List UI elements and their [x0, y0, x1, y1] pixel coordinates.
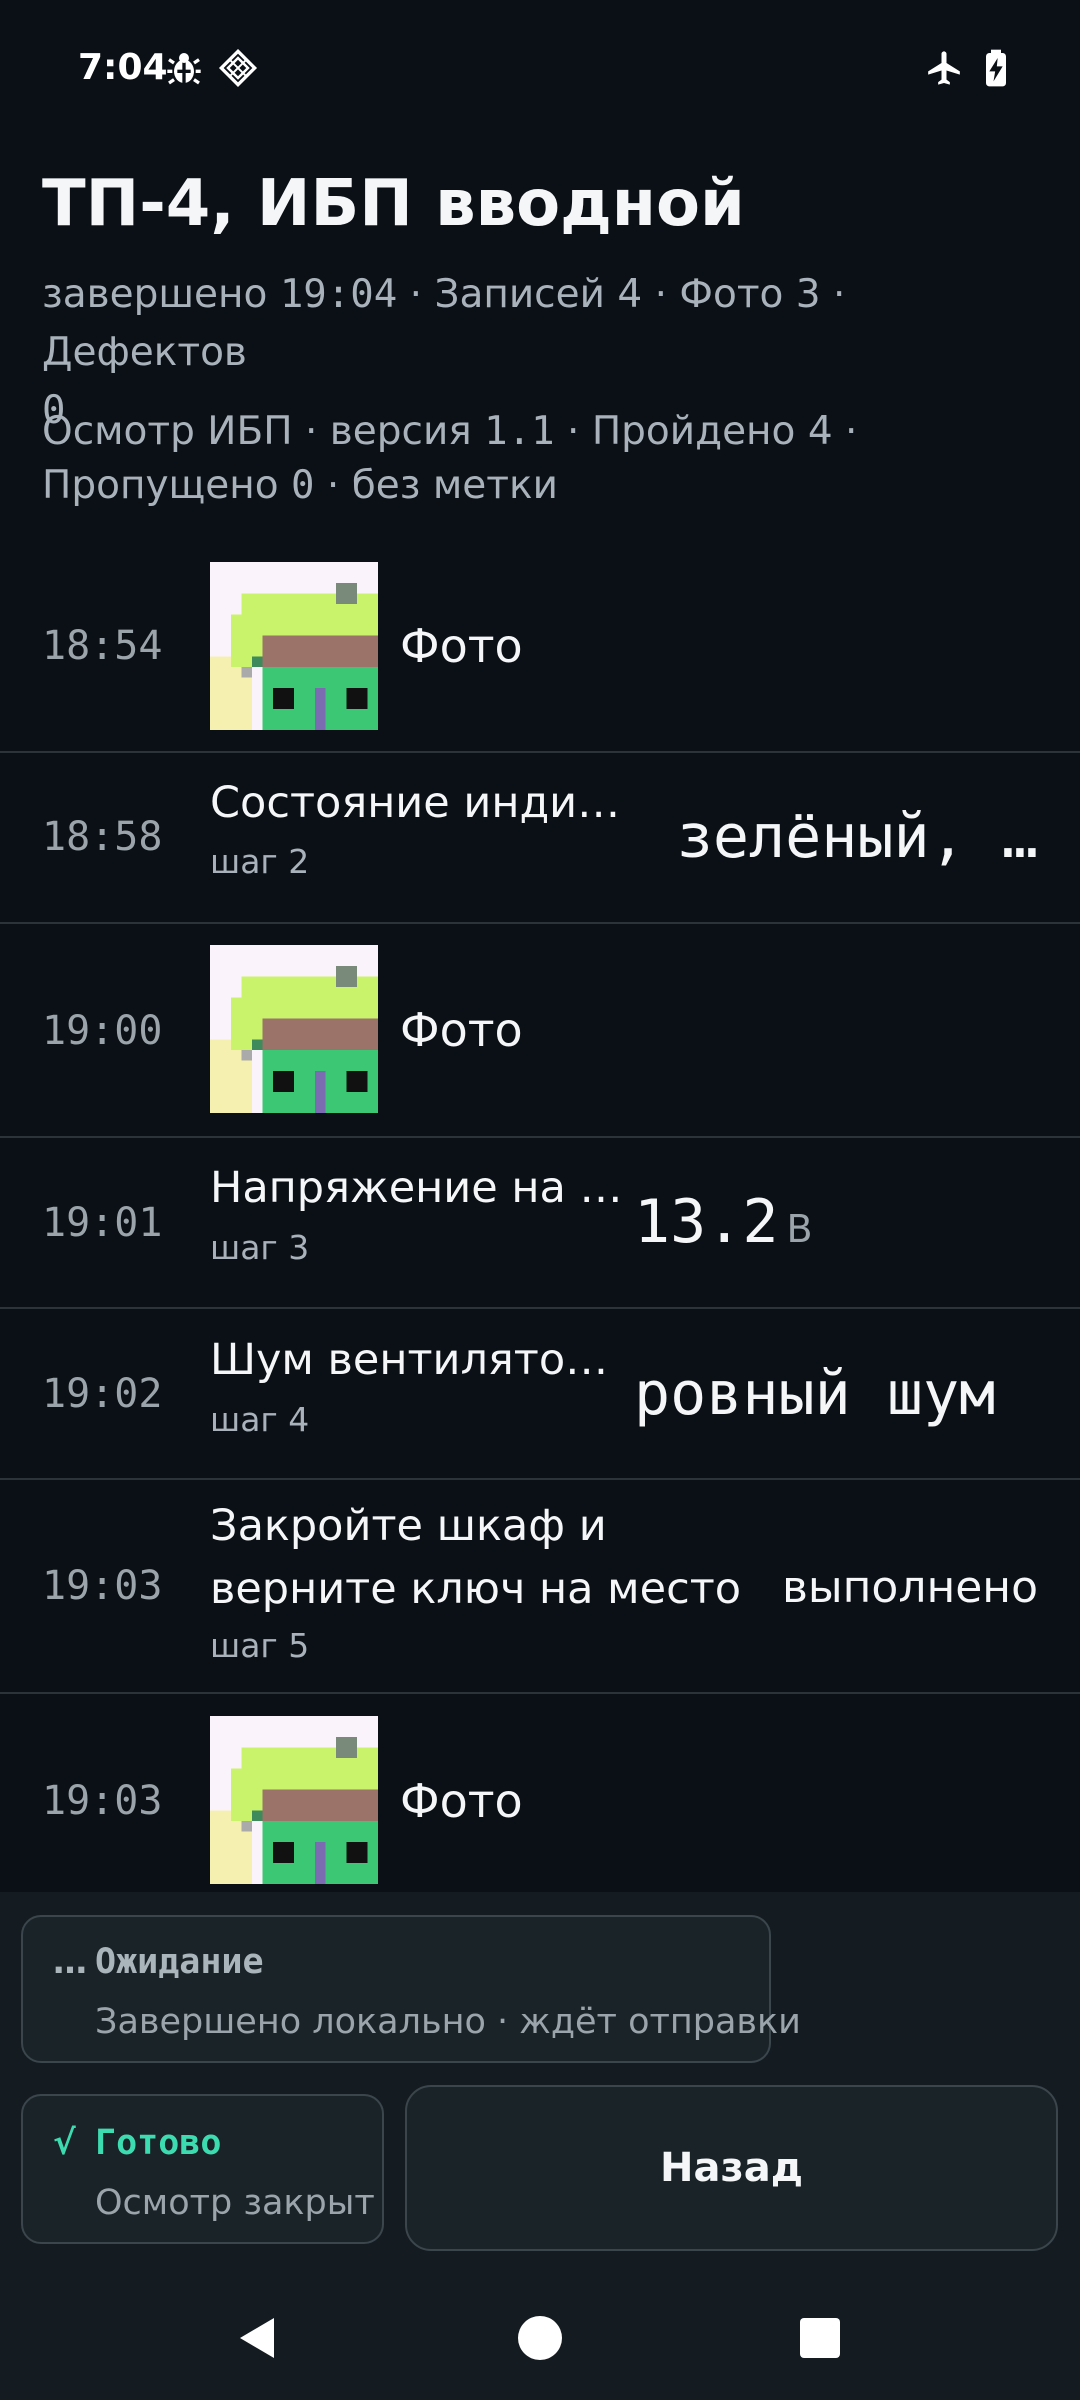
completed-time: 19:04	[279, 272, 398, 317]
airplane-mode-icon	[928, 51, 960, 85]
home-circle-icon[interactable]	[500, 2298, 580, 2378]
list-item[interactable]: 18:58 Состояние инди… шаг 2 зелёный, …	[0, 753, 1080, 924]
list-item[interactable]: 19:03 Закройте шкаф и верните ключ на ме…	[0, 1480, 1080, 1694]
list-item[interactable]: 18:54 Фото	[0, 540, 1080, 753]
done-status-subtitle: Осмотр закрыт	[95, 2183, 375, 2223]
list-item[interactable]: 19:01 Напряжение на … шаг 3 13.2 В	[0, 1138, 1080, 1309]
checkmark-icon: √	[53, 2123, 76, 2163]
list-item[interactable]: 19:02 Шум вентилято… шаг 4 ровный шум	[0, 1309, 1080, 1480]
step-number: шаг 2	[210, 842, 310, 881]
skipped-count: 0	[291, 463, 315, 508]
back-button[interactable]: Назад	[405, 2085, 1058, 2251]
status-time: 7:04	[78, 47, 168, 88]
step-title: Закройте шкаф и верните ключ на место	[210, 1501, 742, 1614]
defects-label: Дефектов	[42, 330, 247, 375]
template-version: 1.1	[484, 409, 555, 454]
done-status-card[interactable]: √ Готово Осмотр закрыт	[21, 2094, 384, 2244]
status-bar: 7:04	[0, 0, 1080, 136]
step-value: выполнено	[781, 1562, 1038, 1613]
value-unit: В	[786, 1207, 813, 1251]
step-number: шаг 3	[210, 1228, 310, 1267]
system-nav-bar	[0, 2270, 1080, 2400]
step-number: шаг 4	[210, 1400, 310, 1439]
tag-label: без метки	[351, 463, 558, 508]
passed-count: Пройдено 4	[591, 409, 833, 454]
photo-label: Фото	[400, 619, 523, 673]
entry-time: 18:54	[42, 623, 163, 669]
entry-time: 18:58	[42, 814, 163, 860]
records-count: Записей 4	[434, 272, 643, 317]
photos-count: Фото 3	[679, 272, 821, 317]
done-status-title: Готово	[95, 2123, 222, 2163]
template-summary: Осмотр ИБП · версия 1.1 · Пройдено 4 · П…	[42, 409, 858, 508]
step-number: шаг 5	[210, 1626, 310, 1665]
page-title: ТП-4, ИБП вводной	[42, 167, 745, 241]
bug-icon	[167, 53, 201, 85]
sync-status-subtitle: Завершено локально · ждёт отправки	[95, 2002, 801, 2042]
step-title: Напряжение на …	[210, 1163, 623, 1213]
sync-status-title: Ожидание	[95, 1942, 264, 1982]
photo-label: Фото	[400, 1003, 523, 1057]
entry-time: 19:00	[42, 1008, 163, 1054]
photo-thumbnail[interactable]	[210, 562, 378, 730]
step-title: Состояние инди…	[210, 778, 621, 828]
sync-status-card[interactable]: … Ожидание Завершено локально · ждёт отп…	[21, 1915, 801, 2063]
step-value: 13.2 В	[634, 1187, 813, 1257]
recents-square-icon[interactable]	[780, 2298, 860, 2378]
vpn-icon	[218, 48, 258, 88]
entry-time: 19:02	[42, 1371, 163, 1417]
entry-list[interactable]: 18:54 Фото 18:58 Состояние инди… шаг 2 з…	[0, 540, 1080, 1892]
photo-thumbnail[interactable]	[210, 945, 378, 1113]
entry-time: 19:03	[42, 1778, 163, 1824]
step-value: зелёный, …	[676, 802, 1038, 872]
entry-time: 19:01	[42, 1200, 163, 1246]
step-value: ровный шум	[634, 1359, 996, 1429]
photo-label: Фото	[400, 1774, 523, 1828]
list-item[interactable]: 19:03 Фото	[0, 1694, 1080, 1892]
entry-time: 19:03	[42, 1563, 163, 1609]
template-name: Осмотр ИБП	[42, 409, 293, 454]
back-triangle-icon[interactable]	[218, 2298, 298, 2378]
photo-thumbnail[interactable]	[210, 1716, 378, 1884]
pending-icon: …	[53, 1942, 87, 1982]
list-item[interactable]: 19:00 Фото	[0, 924, 1080, 1138]
battery-charging-icon	[986, 49, 1006, 87]
step-title: Шум вентилято…	[210, 1335, 609, 1385]
